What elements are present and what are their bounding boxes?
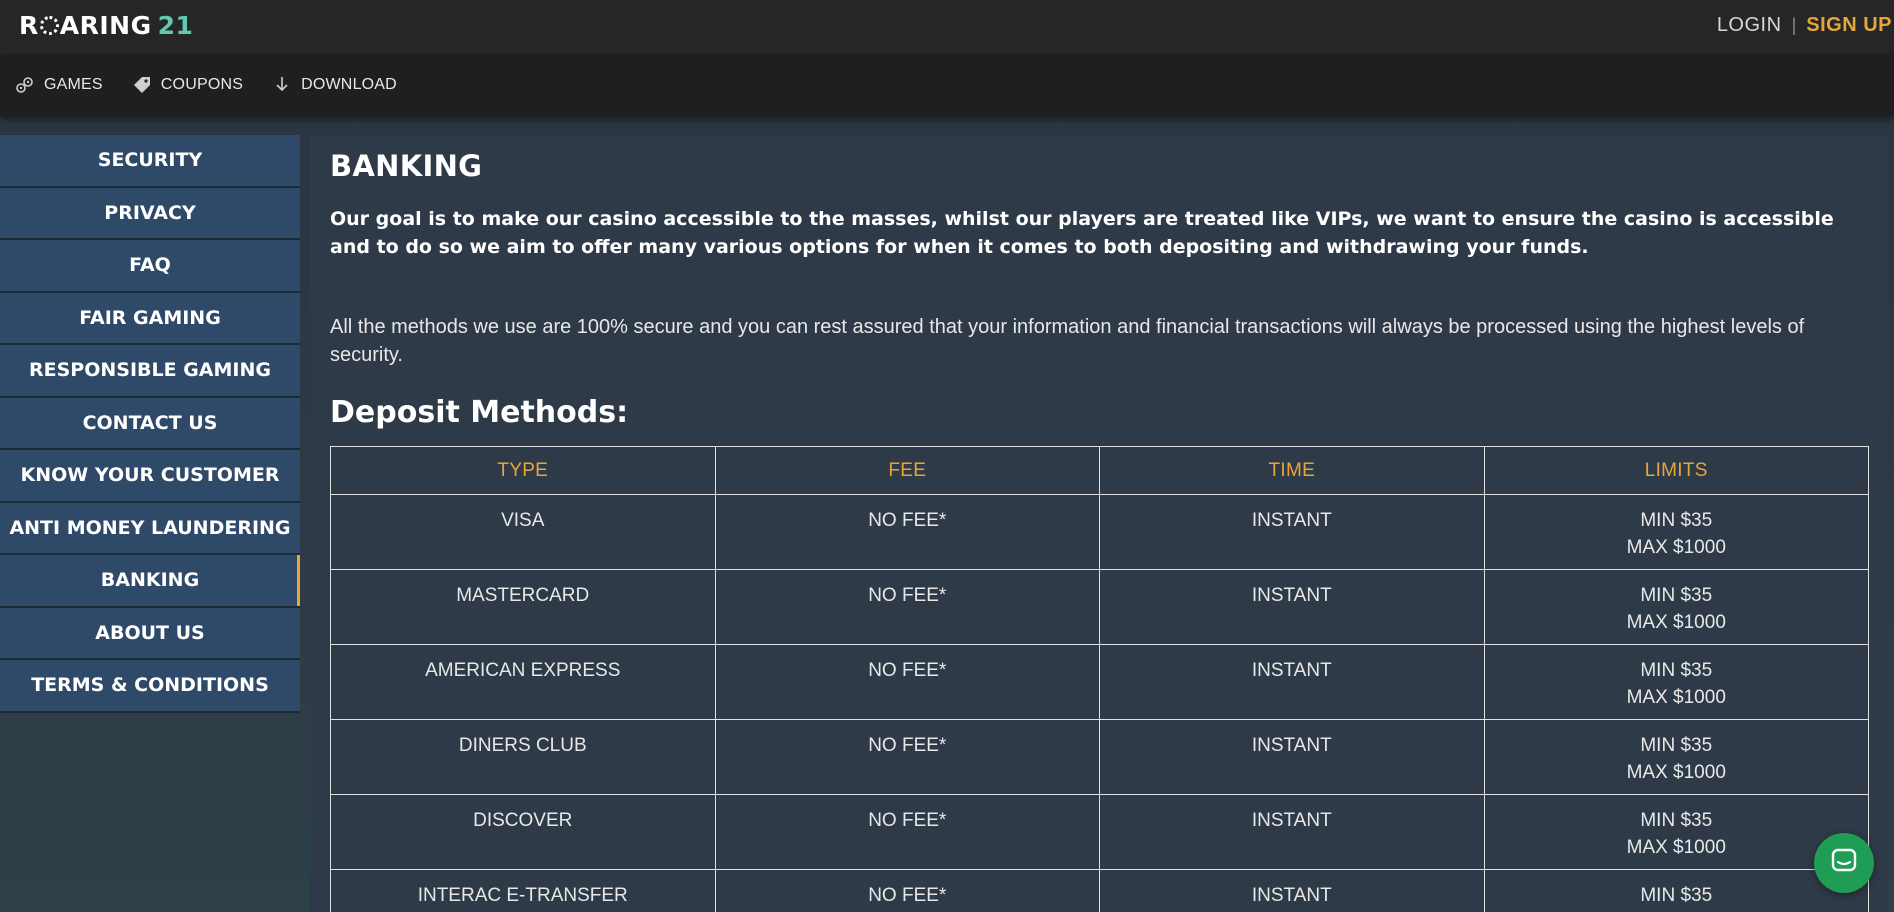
- gamepad-icon: [14, 74, 36, 96]
- nav-item-download[interactable]: DOWNLOAD: [271, 74, 397, 96]
- cell-time: INSTANT: [1099, 644, 1485, 720]
- sidebar-item-banking[interactable]: BANKING: [0, 555, 300, 608]
- cell-type: AMERICAN EXPRESS: [330, 644, 716, 720]
- cell-limits: MIN $35 MAX $1000: [1483, 794, 1869, 870]
- column-header-time: TIME: [1099, 446, 1485, 495]
- sidebar-item-contact-us[interactable]: CONTACT US: [0, 397, 300, 450]
- cell-fee: NO FEE*: [714, 794, 1100, 870]
- sidebar-item-terms-conditions[interactable]: TERMS & CONDITIONS: [0, 660, 300, 713]
- login-link[interactable]: LOGIN: [1717, 14, 1782, 37]
- sidebar-item-faq[interactable]: FAQ: [0, 240, 300, 293]
- download-icon: [271, 74, 293, 96]
- cell-time: INSTANT: [1099, 719, 1485, 795]
- cell-limits: MIN $35 MAX $1000: [1483, 644, 1869, 720]
- limit-max: MAX $1000: [1626, 537, 1726, 558]
- logo-text: R ARING: [19, 10, 152, 40]
- roaring21-logo[interactable]: R ARING 21: [19, 10, 193, 40]
- limit-max: MAX $1000: [1626, 612, 1726, 633]
- column-header-limits: LIMITS: [1483, 446, 1869, 495]
- table-row: MASTERCARD NO FEE* INSTANT MIN $35 MAX $1…: [330, 569, 1869, 645]
- column-header-fee: FEE: [714, 446, 1100, 495]
- lead-paragraph: Our goal is to make our casino accessibl…: [330, 208, 1834, 258]
- deposit-methods-table: TYPE FEE TIME LIMITS VISA NO FEE* INSTAN…: [330, 446, 1869, 912]
- nav-coupons-label: COUPONS: [160, 76, 244, 93]
- sidebar-item-know-your-customer[interactable]: KNOW YOUR CUSTOMER: [0, 450, 300, 503]
- cell-time: INSTANT: [1099, 569, 1485, 645]
- signup-link[interactable]: SIGN UP: [1806, 14, 1892, 37]
- cell-limits: MIN $35 MAX $1000: [1483, 569, 1869, 645]
- sidebar-item-responsible-gaming[interactable]: RESPONSIBLE GAMING: [0, 345, 300, 398]
- deposit-methods-heading: Deposit Methods:: [330, 395, 629, 430]
- cell-type: DISCOVER: [330, 794, 716, 870]
- sidebar-item-fair-gaming[interactable]: FAIR GAMING: [0, 292, 300, 345]
- info-sidebar: SECURITY PRIVACY FAQ FAIR GAMING RESPONS…: [0, 135, 300, 713]
- column-header-type: TYPE: [330, 446, 716, 495]
- limit-max: MAX $1000: [1626, 762, 1726, 783]
- nav-download-label: DOWNLOAD: [301, 76, 397, 93]
- limit-min: MIN $35: [1640, 810, 1713, 831]
- nav-games-label: GAMES: [44, 76, 103, 93]
- cell-type: DINERS CLUB: [330, 719, 716, 795]
- limit-min: MIN $35: [1640, 660, 1713, 681]
- limit-max: MAX $1000: [1626, 837, 1726, 858]
- auth-separator: |: [1791, 15, 1797, 35]
- table-row: INTERAC E-TRANSFER NO FEE* INSTANT MIN $…: [330, 869, 1869, 912]
- main-nav: GAMES COUPONS DOWNLOAD: [0, 54, 1894, 116]
- cell-limits: MIN $35 MAX $1000: [1483, 494, 1869, 570]
- page-title: BANKING: [330, 149, 483, 183]
- cell-limits: MIN $35: [1483, 869, 1869, 912]
- sidebar-item-anti-money-laundering[interactable]: ANTI MONEY LAUNDERING: [0, 502, 300, 555]
- nav-item-coupons[interactable]: COUPONS: [131, 74, 243, 96]
- cell-limits: MIN $35 MAX $1000: [1483, 719, 1869, 795]
- coupon-icon: [131, 74, 153, 96]
- table-row: AMERICAN EXPRESS NO FEE* INSTANT MIN $35…: [330, 644, 1869, 720]
- table-row: DISCOVER NO FEE* INSTANT MIN $35 MAX $100…: [330, 794, 1869, 870]
- cell-fee: NO FEE*: [714, 569, 1100, 645]
- cell-time: INSTANT: [1099, 794, 1485, 870]
- cell-fee: NO FEE*: [714, 644, 1100, 720]
- limit-min: MIN $35: [1640, 585, 1713, 606]
- nav-item-games[interactable]: GAMES: [14, 74, 103, 96]
- auth-links: LOGIN | SIGN UP: [1717, 14, 1892, 37]
- limit-min: MIN $35: [1640, 735, 1713, 756]
- chip-icon: [39, 15, 59, 35]
- logo-number: 21: [157, 10, 194, 40]
- limit-min: MIN $35: [1640, 885, 1713, 906]
- cell-type: VISA: [330, 494, 716, 570]
- cell-type: INTERAC E-TRANSFER: [330, 869, 716, 912]
- live-chat-button[interactable]: [1814, 833, 1874, 893]
- limit-max: MAX $1000: [1626, 687, 1726, 708]
- cell-type: MASTERCARD: [330, 569, 716, 645]
- chat-icon: [1829, 846, 1859, 881]
- table-header-row: TYPE FEE TIME LIMITS: [330, 446, 1869, 495]
- cell-time: INSTANT: [1099, 494, 1485, 570]
- cell-fee: NO FEE*: [714, 494, 1100, 570]
- sidebar-item-security[interactable]: SECURITY: [0, 135, 300, 188]
- limit-min: MIN $35: [1640, 510, 1713, 531]
- table-row: VISA NO FEE* INSTANT MIN $35 MAX $1000: [330, 494, 1869, 570]
- top-header: R ARING 21 LOGIN | SIGN UP: [0, 0, 1894, 54]
- table-row: DINERS CLUB NO FEE* INSTANT MIN $35 MAX $…: [330, 719, 1869, 795]
- main-content: BANKING Our goal is to make our casino a…: [310, 135, 1888, 912]
- sidebar-item-about-us[interactable]: ABOUT US: [0, 607, 300, 660]
- cell-time: INSTANT: [1099, 869, 1485, 912]
- security-paragraph: All the methods we use are 100% secure a…: [330, 316, 1805, 366]
- sidebar-item-privacy[interactable]: PRIVACY: [0, 187, 300, 240]
- cell-fee: NO FEE*: [714, 869, 1100, 912]
- cell-fee: NO FEE*: [714, 719, 1100, 795]
